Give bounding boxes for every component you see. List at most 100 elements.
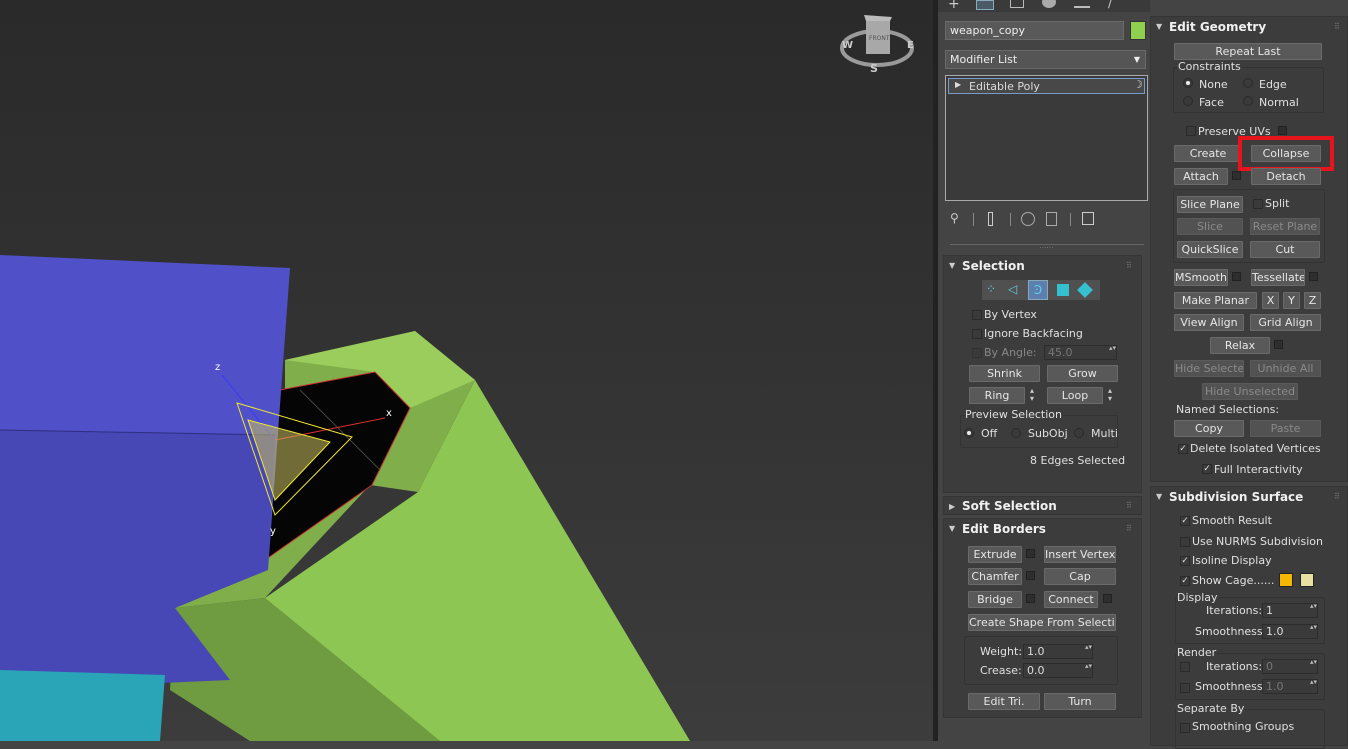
cage-color-2[interactable] [1300,573,1314,587]
tessellate-button[interactable]: Tessellate [1251,269,1305,286]
utilities-tab-icon[interactable]: / [1108,0,1112,10]
show-end-result-icon[interactable] [988,212,993,226]
collapse-icon[interactable]: ▼ [1156,22,1162,31]
msmooth-settings-icon[interactable] [1232,272,1241,281]
smoothness-spinner[interactable]: 1.0 [1262,624,1318,639]
modify-tab-icon[interactable] [976,0,994,10]
polygon-mode-icon[interactable] [1057,284,1069,296]
extrude-button[interactable]: Extrude [968,546,1022,563]
rollout-grip[interactable]: ⠿ [1126,261,1132,270]
constraint-face-radio[interactable] [1183,96,1193,106]
tessellate-settings-icon[interactable] [1309,272,1318,281]
chamfer-button[interactable]: Chamfer [968,568,1022,585]
viewcube-south[interactable]: S [870,62,878,75]
viewcube-front-label[interactable]: FRONT [869,35,890,42]
preserve-uvs-settings-icon[interactable] [1278,126,1287,135]
by-angle-spinner[interactable]: 45.0 [1044,345,1117,360]
slice-button[interactable]: Slice [1177,218,1243,235]
grow-button[interactable]: Grow [1047,365,1118,382]
unhide-all-button[interactable]: Unhide All [1250,360,1321,377]
connect-button[interactable]: Connect [1044,591,1098,608]
quickslice-button[interactable]: QuickSlice [1177,241,1243,258]
motion-tab-icon[interactable] [1042,0,1056,8]
render-iterations-checkbox[interactable] [1180,662,1190,672]
rollout-grip[interactable]: ⠿ [1334,22,1340,31]
modifier-list-dropdown[interactable]: Modifier List ▼ [945,50,1146,69]
planar-x-button[interactable]: X [1262,292,1279,309]
create-tab-icon[interactable]: + [948,0,960,12]
border-mode-icon[interactable]: Ͽ [1028,280,1048,300]
collapse-icon[interactable]: ▼ [949,524,955,533]
preview-subobj-radio[interactable] [1011,428,1021,438]
planar-z-button[interactable]: Z [1304,292,1321,309]
hierarchy-tab-icon[interactable] [1010,0,1024,8]
view-align-button[interactable]: View Align [1174,314,1244,331]
pin-stack-icon[interactable]: ⚲ [950,211,959,225]
smoothing-groups-checkbox[interactable] [1180,723,1190,733]
cut-button[interactable]: Cut [1250,241,1320,258]
grid-align-button[interactable]: Grid Align [1250,314,1321,331]
scene-canvas[interactable] [0,0,933,741]
element-mode-icon[interactable] [1077,282,1093,298]
reset-plane-button[interactable]: Reset Plane [1250,218,1320,235]
remove-modifier-icon[interactable] [1046,212,1057,226]
isoline-checkbox[interactable]: ✓ [1180,556,1190,566]
subdivision-title[interactable]: Subdivision Surface [1169,490,1303,504]
collapse-icon[interactable]: ▼ [949,261,955,270]
edit-tri-button[interactable]: Edit Tri. [968,693,1040,710]
copy-button[interactable]: Copy [1174,420,1244,437]
soft-selection-title[interactable]: Soft Selection [962,499,1057,513]
preserve-uvs-checkbox[interactable] [1186,126,1196,136]
vertex-mode-icon[interactable]: ⁘ [986,282,996,296]
smooth-result-checkbox[interactable]: ✓ [1180,516,1190,526]
render-smoothness-checkbox[interactable] [1180,683,1190,693]
edge-mode-icon[interactable]: ◁ [1008,282,1017,296]
ring-spinner-icon[interactable]: ▴ ▾ [1030,387,1034,403]
by-vertex-checkbox[interactable] [972,310,982,320]
shrink-button[interactable]: Shrink [969,365,1040,382]
split-checkbox[interactable] [1253,199,1263,209]
weight-spinner[interactable]: 1.0 [1023,644,1093,659]
ignore-backfacing-checkbox[interactable] [972,329,982,339]
lightbulb-icon[interactable]: ☽ [1133,78,1143,91]
hide-selected-button[interactable]: Hide Selected [1174,360,1244,377]
stack-item-editable-poly[interactable]: ▶ Editable Poly ☽ [948,78,1145,94]
planar-y-button[interactable]: Y [1283,292,1300,309]
preview-off-radio[interactable] [964,428,974,438]
delete-isolated-checkbox[interactable]: ✓ [1178,444,1188,454]
chamfer-settings-icon[interactable] [1026,571,1035,580]
soft-selection-rollout[interactable]: ▶ Soft Selection ⠿ [943,496,1142,515]
cage-color-1[interactable] [1279,573,1293,587]
constraint-none-radio[interactable] [1183,78,1193,88]
expand-icon[interactable]: ▶ [955,80,961,89]
repeat-last-button[interactable]: Repeat Last [1174,43,1322,60]
viewcube-west[interactable]: W [842,40,853,51]
relax-button[interactable]: Relax [1210,337,1270,354]
hide-unselected-button[interactable]: Hide Unselected [1202,383,1298,400]
use-nurms-checkbox[interactable] [1180,537,1190,547]
configure-sets-icon[interactable] [1082,212,1094,225]
rollout-grip[interactable]: ⠿ [1334,492,1340,501]
attach-settings-icon[interactable] [1232,171,1241,180]
modifier-stack[interactable]: ▶ Editable Poly ☽ [945,75,1148,201]
object-color-swatch[interactable] [1130,21,1146,40]
full-interactivity-checkbox[interactable]: ✓ [1202,464,1212,474]
turn-button[interactable]: Turn [1044,693,1116,710]
crease-spinner[interactable]: 0.0 [1023,663,1093,678]
attach-button[interactable]: Attach [1174,168,1228,185]
constraint-normal-radio[interactable] [1243,96,1253,106]
ring-button[interactable]: Ring [969,387,1025,404]
make-planar-button[interactable]: Make Planar [1174,292,1257,309]
paste-button[interactable]: Paste [1250,420,1321,437]
selection-title[interactable]: Selection [962,259,1025,273]
constraint-edge-radio[interactable] [1243,78,1253,88]
insert-vertex-button[interactable]: Insert Vertex [1044,546,1116,563]
loop-button[interactable]: Loop [1047,387,1103,404]
bridge-button[interactable]: Bridge [968,591,1022,608]
extrude-settings-icon[interactable] [1026,549,1035,558]
connect-settings-icon[interactable] [1103,594,1112,603]
rollout-grip[interactable]: ⠿ [1126,501,1132,510]
viewport[interactable]: FRONT W S E z x y [0,0,933,741]
bridge-settings-icon[interactable] [1026,594,1035,603]
edit-geometry-title[interactable]: Edit Geometry [1169,20,1266,34]
